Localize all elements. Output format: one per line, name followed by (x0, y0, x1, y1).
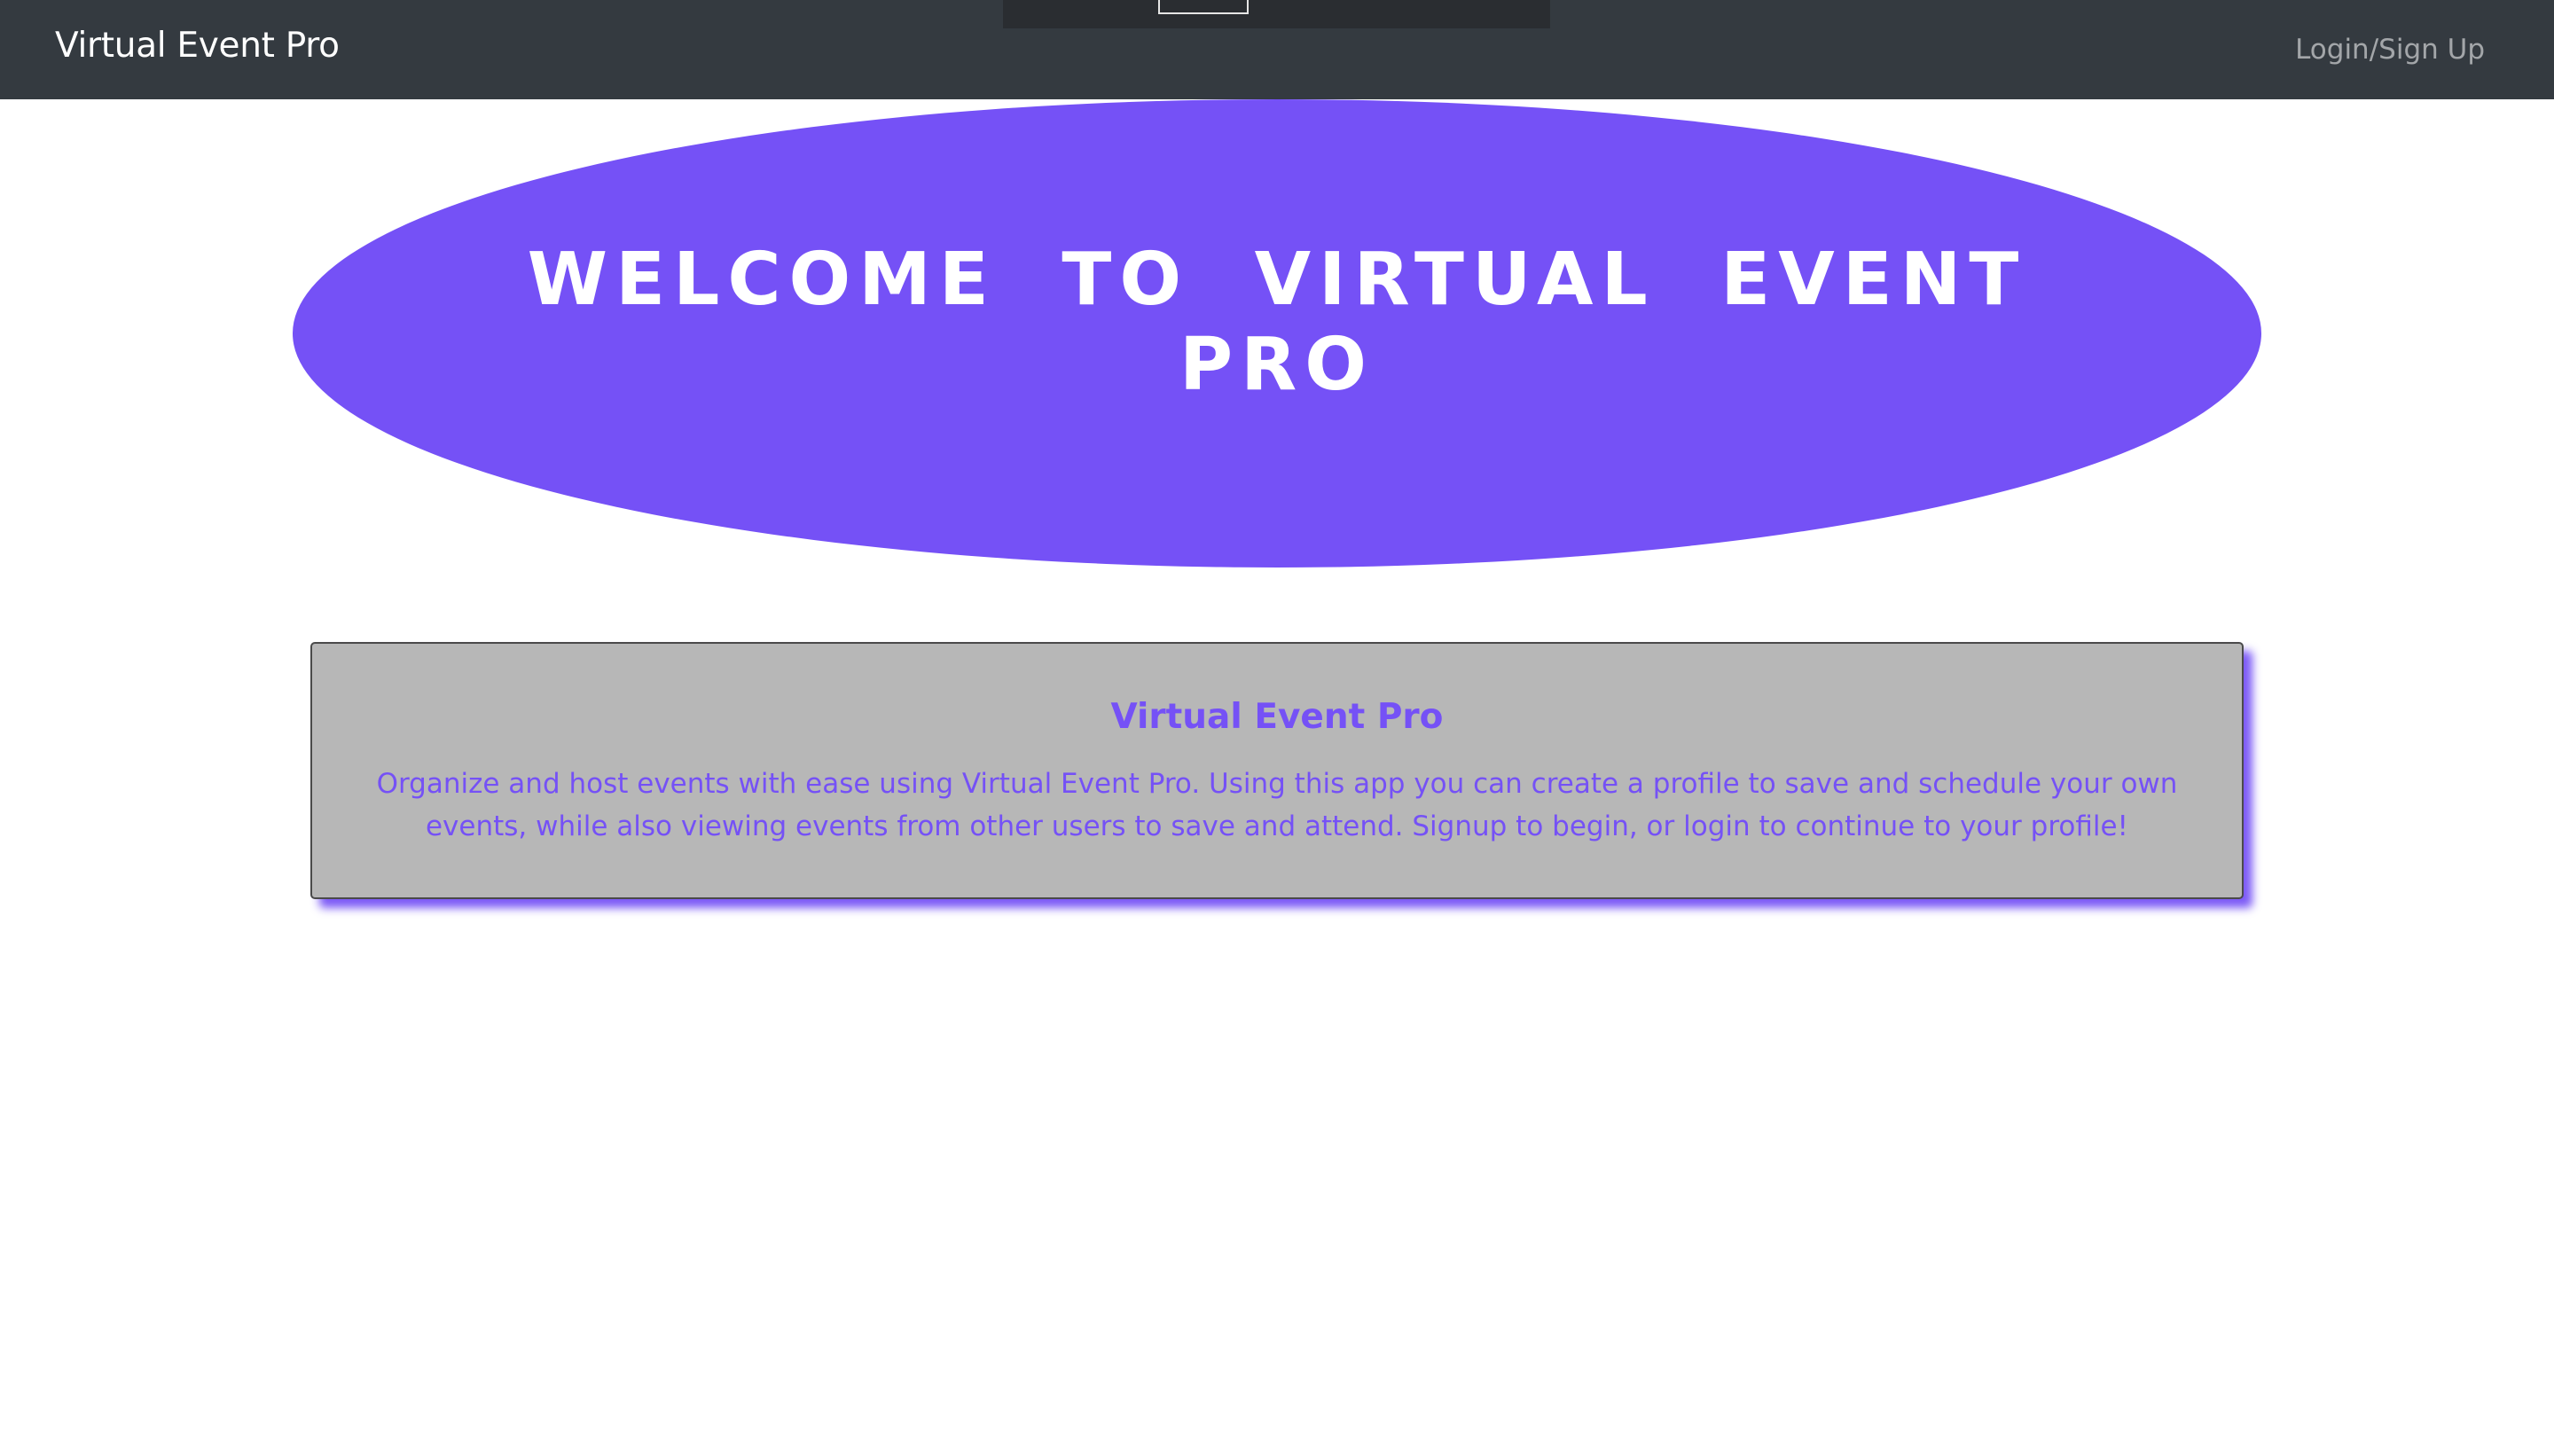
screen-share-overlay-bar (1003, 0, 1550, 28)
login-signup-link[interactable]: Login/Sign Up (2295, 34, 2485, 66)
hero-title: Welcome to Virtual Event Pro (527, 238, 2027, 407)
intro-card: Virtual Event Pro Organize and host even… (310, 642, 2244, 899)
brand-link[interactable]: Virtual Event Pro (55, 26, 340, 66)
screen-share-overlay-button[interactable] (1158, 0, 1249, 14)
card-description: Organize and host events with ease using… (376, 768, 2178, 842)
card-title: Virtual Event Pro (1110, 697, 1444, 737)
